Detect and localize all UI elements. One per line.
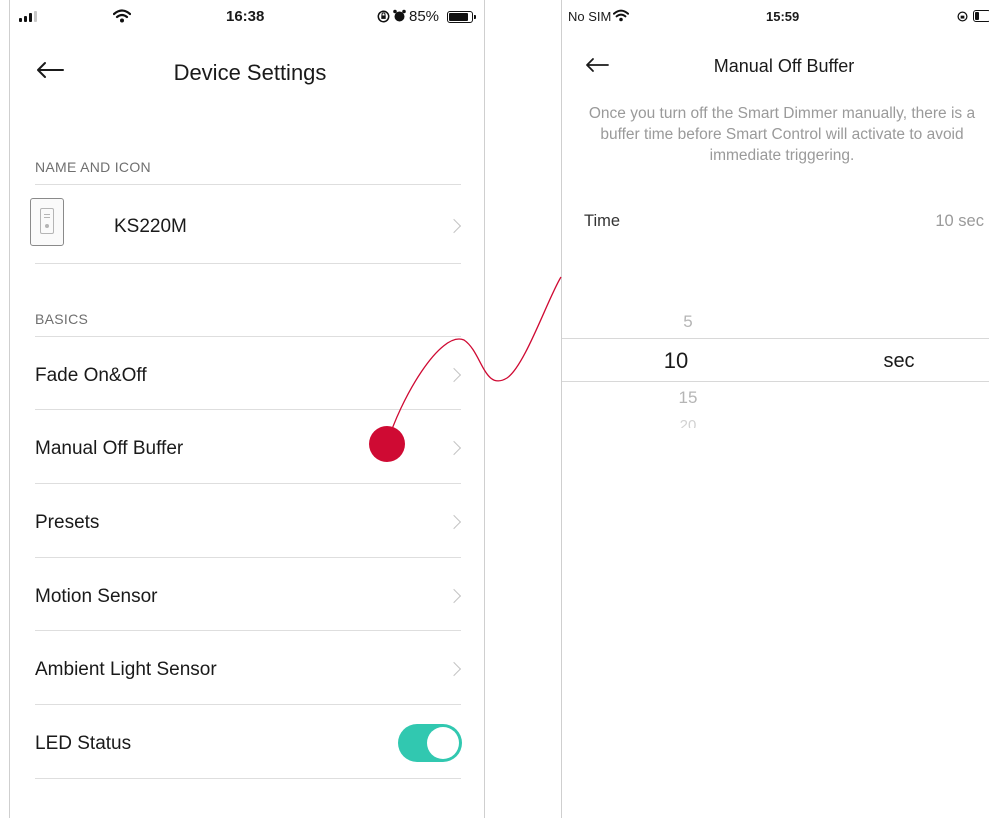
settings-row-ambient-light-sensor[interactable]: Ambient Light Sensor (35, 631, 462, 704)
battery-percent: 85% (409, 8, 440, 25)
row-label: Fade On&Off (35, 365, 147, 386)
picker-selection-bottom-line (562, 381, 989, 382)
section-header-basics: BASICS (35, 311, 89, 327)
device-name: KS220M (114, 216, 187, 237)
wifi-icon (613, 9, 629, 22)
settings-row-led-status: LED Status (35, 705, 462, 778)
description-text: Once you turn off the Smart Dimmer manua… (588, 105, 976, 164)
settings-row-motion-sensor[interactable]: Motion Sensor (35, 558, 462, 631)
chevron-right-icon (446, 588, 462, 604)
status-bar: 16:38 85% (10, 0, 484, 34)
chevron-right-icon (446, 514, 462, 530)
led-status-toggle[interactable] (398, 724, 462, 762)
chevron-right-icon (446, 367, 462, 383)
orientation-lock-icon (957, 11, 968, 22)
carrier-label: No SIM (568, 9, 612, 24)
picker-selection-top-line (562, 338, 989, 339)
chevron-right-icon (446, 661, 462, 677)
status-bar: No SIM 15:59 (562, 0, 989, 34)
picker-option[interactable]: 5 (658, 312, 718, 332)
orientation-lock-icon (377, 10, 390, 23)
settings-row-presets[interactable]: Presets (35, 484, 462, 557)
chevron-right-icon (446, 218, 462, 234)
page-title: Manual Off Buffer (713, 56, 855, 76)
picker-option[interactable]: 15 (658, 388, 718, 408)
divider (35, 778, 461, 779)
picker-selected-value[interactable]: 10 (646, 348, 706, 374)
alarm-icon (393, 9, 406, 22)
device-settings-screen: 16:38 85% Device Settings NAME AND ICON … (9, 0, 485, 818)
status-time: 16:38 (226, 8, 265, 25)
highlight-dot (369, 426, 405, 462)
battery-icon (973, 10, 989, 22)
settings-row-fade-on-off[interactable]: Fade On&Off (35, 337, 462, 410)
time-picker[interactable]: 5 10 sec 15 20 (562, 300, 989, 440)
time-row: Time 10 sec (584, 212, 984, 236)
wifi-icon (113, 9, 131, 23)
row-label: Manual Off Buffer (35, 438, 184, 459)
row-label: Motion Sensor (35, 586, 158, 607)
time-label: Time (584, 212, 621, 230)
time-value: 10 sec (935, 212, 984, 230)
row-label: Ambient Light Sensor (35, 659, 217, 680)
device-name-row[interactable]: KS220M (30, 185, 462, 263)
picker-unit: sec (883, 350, 915, 372)
battery-icon (447, 11, 476, 23)
device-switch-icon (30, 198, 64, 246)
signal-icon (19, 11, 37, 22)
status-time: 15:59 (766, 9, 800, 24)
picker-option-faded: 20 (679, 417, 697, 428)
divider (35, 263, 461, 264)
row-label: LED Status (35, 733, 132, 754)
manual-off-buffer-screen: No SIM 15:59 Manual Off Buffer Once you … (561, 0, 989, 818)
chevron-right-icon (446, 440, 462, 456)
row-label: Presets (35, 512, 100, 533)
section-header-name-and-icon: NAME AND ICON (35, 159, 151, 175)
page-title: Device Settings (173, 60, 327, 85)
